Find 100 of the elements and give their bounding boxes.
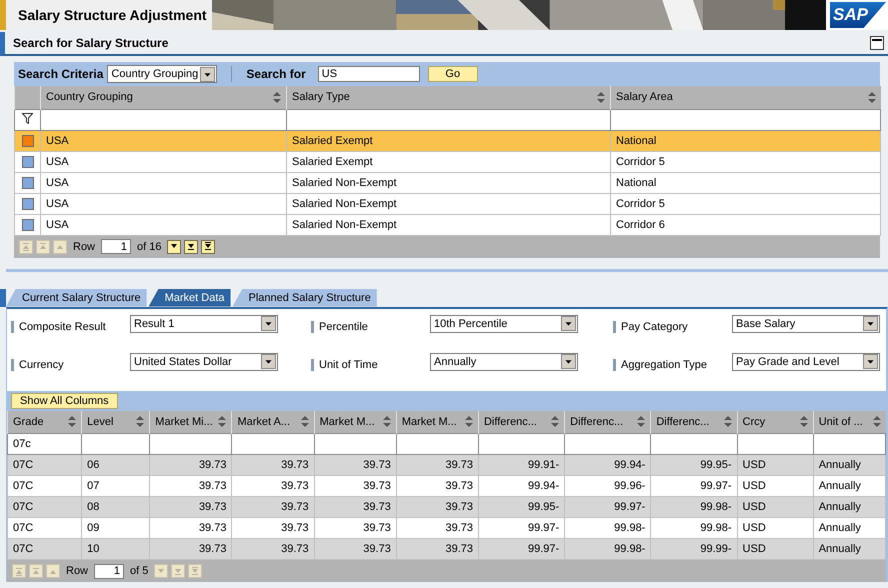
column-header[interactable]: Crcy [737,410,814,434]
dropdown[interactable]: Pay Grade and Level [732,352,880,370]
sort-icon [136,416,144,428]
pager-button[interactable] [201,240,216,254]
table-cell: 39.73 [150,496,232,518]
section-title: Search for Salary Structure [13,36,168,50]
table-cell: Annually [813,454,886,476]
pager-button[interactable] [184,240,198,254]
row-selector[interactable] [22,176,34,188]
last-arrow-icon [204,242,212,251]
sort-icon [637,416,646,428]
column-header[interactable]: Market Mi... [150,410,232,434]
column-header[interactable]: Differenc... [564,410,651,434]
sort-icon [300,416,309,428]
table-cell: 08 [82,496,150,518]
criteria-dropdown[interactable]: Country Grouping [107,65,218,83]
column-header[interactable]: Market M... [396,410,478,434]
table-cell: 39.73 [314,476,396,496]
dropdown[interactable]: 10th Percentile [430,314,578,332]
dropdown[interactable]: United States Dollar [130,352,278,370]
row-selector[interactable] [22,134,34,146]
table-cell: USD [737,476,814,496]
table-cell: 99.95- [650,454,738,476]
caret-icon [261,354,276,369]
column-header[interactable]: Level [82,410,150,434]
sort-icon [597,92,605,103]
column-header[interactable]: Unit of ... [813,410,886,434]
dropdown[interactable]: Result 1 [130,314,278,332]
table-cell: 39.73 [314,538,396,560]
row-selector[interactable] [22,156,34,168]
sort-icon [464,416,473,428]
filter-field[interactable]: 07c [8,434,82,454]
table-cell: 39.73 [232,496,314,518]
row-field[interactable]: 1 [94,564,124,578]
tab[interactable]: Planned Salary Structure [232,288,377,306]
table-cell: 39.73 [150,454,232,476]
sort-icon [218,416,226,428]
caret-icon [863,316,878,331]
column-header[interactable]: Differenc... [650,410,738,434]
row-selector[interactable] [22,198,34,210]
filter-icon[interactable] [22,112,33,124]
row-selector[interactable] [22,218,34,230]
table-cell: USD [737,454,814,476]
row-total: of 5 [129,565,150,577]
sort-icon [551,416,560,428]
table-cell: 39.73 [150,538,232,560]
table-cell: Corridor 6 [610,214,880,235]
caret-icon [261,316,276,331]
go-button[interactable]: Go [428,66,478,82]
search-field[interactable]: US [318,66,420,82]
caret-icon [561,316,576,331]
table-cell: 39.73 [150,476,232,496]
tab[interactable]: Market Data [148,288,231,306]
show-all-columns-button[interactable]: Show All Columns [11,392,118,408]
table-cell: 99.98- [650,518,738,538]
collapse-button[interactable] [870,36,884,50]
column-header[interactable]: Differenc... [478,410,565,434]
table-cell: 99.98- [564,538,651,560]
table-cell: 99.97- [650,476,738,496]
table-cell: Corridor 5 [610,193,880,214]
row-field[interactable]: 1 [101,239,132,254]
pager-button[interactable] [167,240,182,254]
table-cell: Annually [813,538,886,560]
table-cell: 39.73 [396,518,478,538]
table-cell: 07C [8,454,82,476]
table-cell: USA [40,130,286,151]
last-arrow-icon [191,566,200,576]
row-label: Row [65,565,90,577]
row-label: Row [72,240,96,252]
dropdown[interactable]: Annually [430,352,578,370]
table-cell: 39.73 [396,476,478,496]
column-header[interactable]: Salary Type [286,86,610,109]
table-cell: 07C [8,476,82,496]
column-header[interactable]: Country Grouping [40,86,286,109]
table-cell: 39.73 [314,518,396,538]
sort-icon [872,416,880,428]
column-header[interactable]: Salary Area [610,86,880,109]
table-cell: USA [40,214,286,235]
table-cell: 07C [8,496,82,518]
table-cell: Annually [813,518,886,538]
sort-icon [800,416,808,428]
table-cell: 07 [82,476,150,496]
search-for-label: Search for [246,67,306,81]
column-header[interactable]: Market A... [232,410,314,434]
table-cell: Annually [813,476,886,496]
sort-icon [724,416,732,428]
dropdown[interactable]: Base Salary [732,314,880,332]
minus-icon [872,37,882,43]
table-cell: 99.95- [478,496,565,518]
table-cell: 39.73 [396,454,478,476]
table-cell: 39.73 [232,476,314,496]
table-cell: 39.73 [150,518,232,538]
sort-icon [868,92,876,103]
first-arrow-icon [22,242,30,251]
column-header[interactable]: Market M... [314,410,396,434]
table-cell: 07C [8,538,82,560]
page-up-arrow-icon [39,242,47,251]
tab[interactable]: Current Salary Structure [6,288,147,306]
column-header[interactable]: Grade [8,410,82,434]
table-cell: Annually [813,496,886,518]
